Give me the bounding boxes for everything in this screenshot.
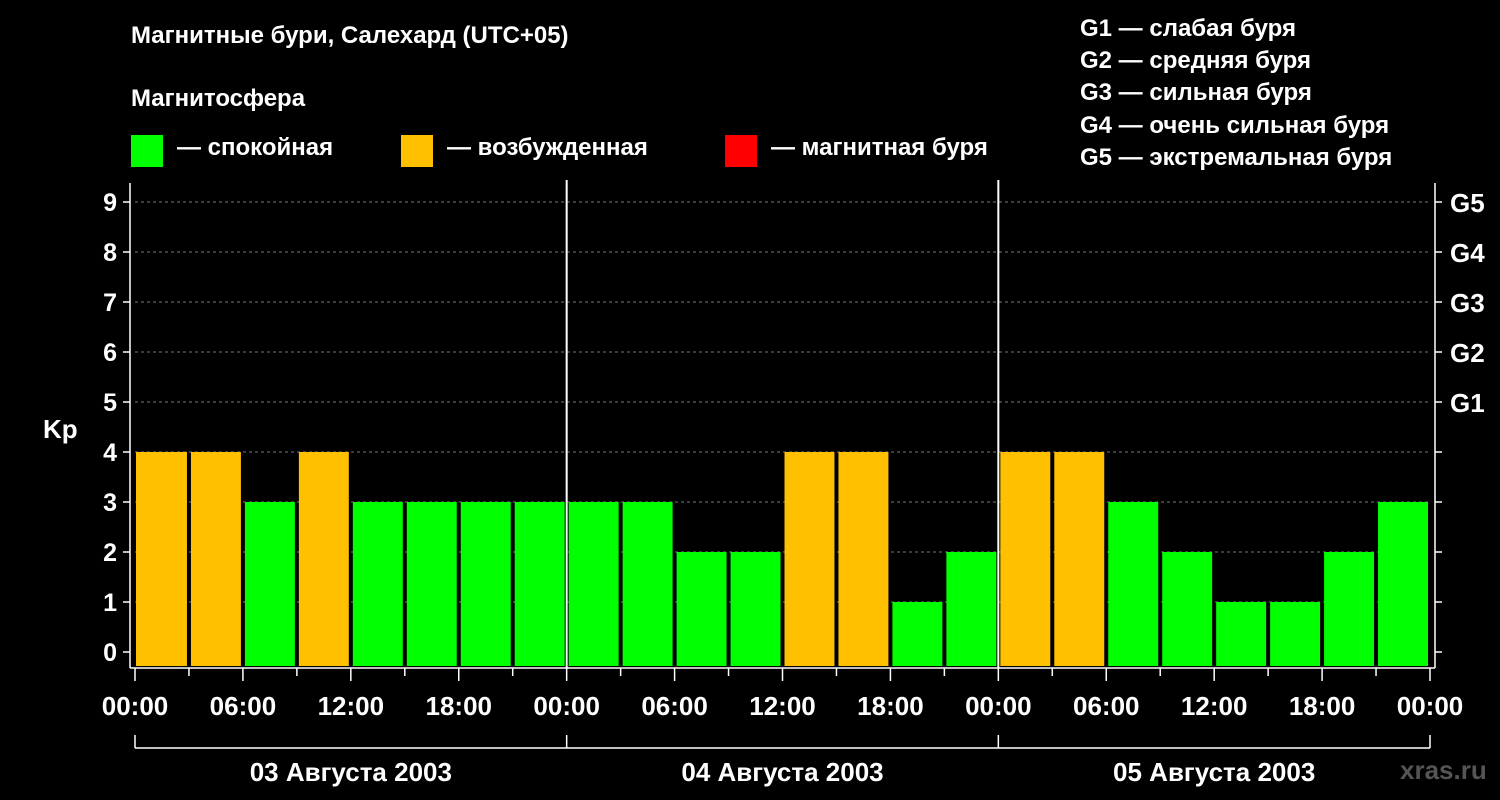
x-tick-label: 06:00 xyxy=(1073,691,1140,721)
x-tick-label: 18:00 xyxy=(857,691,924,721)
y-tick-label: 5 xyxy=(103,389,117,417)
kp-bar xyxy=(676,552,727,666)
kp-bar xyxy=(352,502,403,666)
x-tick-label: 18:00 xyxy=(1289,691,1356,721)
y-tick-label: 9 xyxy=(103,189,117,217)
x-tick-label: 06:00 xyxy=(210,691,277,721)
kp-bar-chart: 0 1 2 3 4 5 6 7 8 9 G1 G2 G3 G4 G5 Kp 00:00 06:00 12:00 18:… xyxy=(43,180,1485,787)
y-tick-label: 4 xyxy=(103,439,117,467)
kp-bar xyxy=(1270,602,1321,666)
x-tick-label: 12:00 xyxy=(318,691,385,721)
x-tick-label: 12:00 xyxy=(749,691,816,721)
kp-bar xyxy=(1162,552,1213,666)
y-tick-label: 0 xyxy=(103,639,117,667)
y-tick-label: 3 xyxy=(103,489,117,517)
kp-bar xyxy=(1324,552,1375,666)
x-tick-label: 00:00 xyxy=(533,691,600,721)
y-tick-label: 6 xyxy=(103,339,117,367)
y-tick-label: 1 xyxy=(103,589,117,617)
x-tick-label: 00:00 xyxy=(102,691,169,721)
g-level-label: G5 xyxy=(1450,188,1485,218)
y-tick-label: 7 xyxy=(103,289,117,317)
kp-bar xyxy=(298,452,349,666)
kp-bar xyxy=(190,452,241,666)
site-watermark: xras.ru xyxy=(1400,755,1487,785)
g-level-label: G4 xyxy=(1450,238,1485,268)
kp-bar xyxy=(892,602,943,666)
kp-bar xyxy=(136,452,187,666)
kp-bar xyxy=(514,502,565,666)
kp-bar xyxy=(1378,502,1428,666)
day-label: 05 Августа 2003 xyxy=(1113,757,1315,787)
kp-bar xyxy=(1216,602,1267,666)
kp-bar xyxy=(460,502,511,666)
g-level-label: G2 xyxy=(1450,338,1485,368)
x-tick-label: 18:00 xyxy=(426,691,493,721)
kp-bar xyxy=(730,552,781,666)
y-axis-title: Kp xyxy=(43,414,78,444)
kp-bar xyxy=(1000,452,1051,666)
x-tick-label: 00:00 xyxy=(965,691,1032,721)
kp-bar xyxy=(946,552,997,666)
y-tick-label: 2 xyxy=(103,539,117,567)
kp-bar xyxy=(838,452,889,666)
y-tick-label: 8 xyxy=(103,239,117,267)
kp-bar xyxy=(244,502,295,666)
day-label: 03 Августа 2003 xyxy=(250,757,452,787)
x-tick-label: 12:00 xyxy=(1181,691,1248,721)
kp-bar xyxy=(784,452,835,666)
kp-bar xyxy=(622,502,673,666)
day-label: 04 Августа 2003 xyxy=(681,757,883,787)
g-level-label: G3 xyxy=(1450,288,1485,318)
kp-bar xyxy=(406,502,457,666)
kp-bar xyxy=(1054,452,1105,666)
g-level-label: G1 xyxy=(1450,388,1485,418)
x-tick-label: 06:00 xyxy=(641,691,708,721)
x-tick-label: 00:00 xyxy=(1397,691,1464,721)
kp-bar xyxy=(568,502,619,666)
kp-bar xyxy=(1108,502,1159,666)
